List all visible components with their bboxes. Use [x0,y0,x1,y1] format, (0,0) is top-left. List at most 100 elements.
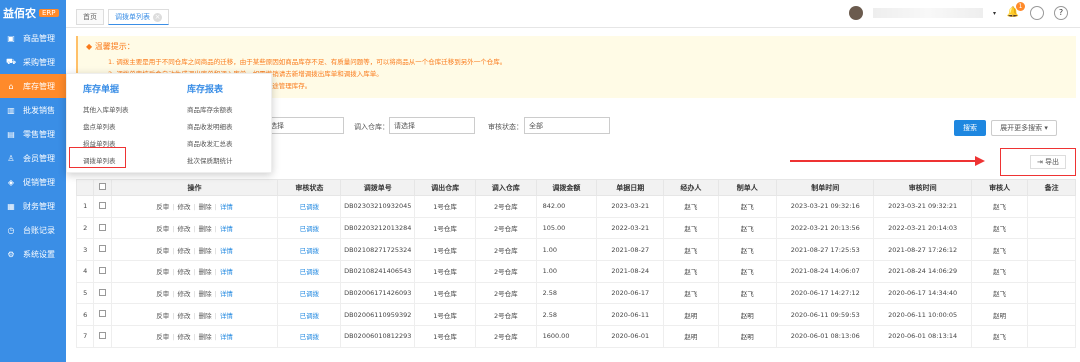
store-icon: ▤ [7,129,15,139]
cell-to: 2号仓库 [474,281,537,305]
row-checkbox[interactable] [98,266,106,274]
search-button[interactable]: 搜索 [954,120,986,136]
row-checkbox[interactable] [98,201,106,209]
erp-badge: ERP [39,9,59,17]
column-header [93,179,112,196]
reject-link[interactable]: 反审 [156,203,169,211]
sidebar-item[interactable]: ▣ 商品管理 [0,26,66,50]
sidebar-item[interactable]: ⚙ 系统设置 [0,242,66,266]
detail-link[interactable]: 详情 [220,333,233,341]
row-actions: 反审 | 修改 | 删除 | 详情 [110,216,279,240]
delete-link[interactable]: 删除 [199,203,212,211]
reject-link[interactable]: 反审 [156,312,169,320]
sidebar-item[interactable]: ⛟ 采购管理 [0,50,66,74]
delete-link[interactable]: 删除 [199,312,212,320]
tab-home[interactable]: 首页 [76,9,104,25]
help-icon[interactable]: ? [1054,6,1068,20]
sidebar-item[interactable]: ▤ 零售管理 [0,122,66,146]
cell-status[interactable]: 已调拨 [277,216,342,240]
cell-auditor: 赵明 [970,303,1029,327]
detail-link[interactable]: 详情 [220,247,233,255]
column-header: 制单人 [717,179,777,196]
edit-link[interactable]: 修改 [177,268,190,276]
ledger-icon: ◷ [7,225,15,235]
row-checkbox-cell [93,238,112,262]
table-row[interactable]: 5 反审 | 修改 | 删除 | 详情 已调拨 DB02006171426093 1号仓库 2号仓库 2… [75,281,1076,305]
reject-link[interactable]: 反审 [156,247,169,255]
cell-status[interactable]: 已调拨 [277,303,342,327]
menu-item[interactable]: 批次保质期统计 [187,153,233,170]
cell-note [1027,281,1076,305]
cell-status[interactable]: 已调拨 [277,238,342,262]
table-row[interactable]: 3 反审 | 修改 | 删除 | 详情 已调拨 DB02108271725324 1号仓库 2号仓库 1… [75,238,1076,262]
table-row[interactable]: 2 反审 | 修改 | 删除 | 详情 已调拨 DB02203212013284 1号仓库 2号仓库 1… [75,216,1076,240]
row-checkbox[interactable] [98,223,106,231]
sidebar-item[interactable]: ◷ 台账记录 [0,218,66,242]
menu-item[interactable]: 商品收发汇总表 [187,136,233,153]
table-row[interactable]: 7 反审 | 修改 | 删除 | 详情 已调拨 DB02006010812293 1号仓库 2号仓库 1… [75,325,1076,348]
sidebar-item[interactable]: ⌂ 库存管理 [0,74,66,98]
row-number: 3 [75,238,95,262]
close-icon[interactable]: × [153,13,162,22]
detail-link[interactable]: 详情 [220,268,233,276]
delete-link[interactable]: 删除 [199,290,212,298]
row-checkbox-cell [93,195,112,218]
menu-item[interactable]: 其他入库单列表 [83,102,129,119]
row-checkbox[interactable] [98,331,106,339]
more-search-button[interactable]: 展开更多搜索 ▾ [991,120,1057,136]
reject-link[interactable]: 反审 [156,225,169,233]
cell-note [1027,216,1076,240]
table-row[interactable]: 1 反审 | 修改 | 删除 | 详情 已调拨 DB02303210932045 1号仓库 2号仓库 8… [75,195,1076,218]
edit-link[interactable]: 修改 [177,203,190,211]
row-checkbox[interactable] [98,310,106,318]
cell-status[interactable]: 已调拨 [277,260,342,283]
cell-date: 2020-06-17 [596,281,665,305]
chevron-down-icon[interactable]: ▾ [993,10,996,17]
edit-link[interactable]: 修改 [177,312,190,320]
menu-item[interactable]: 商品收发明细表 [187,119,233,136]
export-button[interactable]: ⇥ 导出 [1030,155,1066,169]
delete-link[interactable]: 删除 [199,268,212,276]
cell-status[interactable]: 已调拨 [277,195,342,218]
cell-from: 1号仓库 [414,303,476,327]
menu-item[interactable]: 盘点单列表 [83,119,129,136]
user-name-blurred[interactable] [872,8,983,18]
tab-transfer-list[interactable]: 调拨单列表 × [108,9,169,25]
sidebar-item[interactable]: ♙ 会员管理 [0,146,66,170]
bell-icon[interactable]: 🔔 1 [1006,2,1025,20]
edit-link[interactable]: 修改 [177,225,190,233]
reject-link[interactable]: 反审 [156,290,169,298]
in-warehouse-select[interactable]: 请选择 [389,117,475,134]
delete-link[interactable]: 删除 [199,225,212,233]
sidebar-item[interactable]: ▥ 批发销售 [0,98,66,122]
delete-link[interactable]: 删除 [199,333,212,341]
table-row[interactable]: 6 反审 | 修改 | 删除 | 详情 已调拨 DB02006110959392 1号仓库 2号仓库 2… [75,303,1076,327]
select-all-checkbox[interactable] [98,183,106,190]
row-checkbox[interactable] [98,288,106,296]
user-icon[interactable] [1030,6,1044,20]
avatar[interactable] [848,6,863,20]
user-icon: ♙ [7,153,15,163]
detail-link[interactable]: 详情 [220,225,233,233]
chart-icon: ▥ [7,105,15,115]
sidebar-item[interactable]: ◈ 促销管理 [0,170,66,194]
edit-link[interactable]: 修改 [177,247,190,255]
sidebar-item[interactable]: ▦ 财务管理 [0,194,66,218]
tab-label: 调拨单列表 [115,13,150,21]
table-row[interactable]: 4 反审 | 修改 | 删除 | 详情 已调拨 DB02108241406543 1号仓库 2号仓库 1… [75,260,1076,283]
detail-link[interactable]: 详情 [220,203,233,211]
cell-status[interactable]: 已调拨 [277,281,342,305]
detail-link[interactable]: 详情 [220,290,233,298]
status-select[interactable]: 全部 [524,117,610,134]
detail-link[interactable]: 详情 [220,312,233,320]
edit-link[interactable]: 修改 [177,290,190,298]
reject-link[interactable]: 反审 [156,333,169,341]
row-checkbox[interactable] [98,245,106,253]
cell-status[interactable]: 已调拨 [277,325,342,348]
menu-item[interactable]: 商品库存余额表 [187,102,233,119]
cell-auditor: 赵飞 [970,281,1029,305]
reject-link[interactable]: 反审 [156,268,169,276]
edit-link[interactable]: 修改 [177,333,190,341]
delete-link[interactable]: 删除 [199,247,212,255]
cart-icon: ⛟ [5,57,17,66]
